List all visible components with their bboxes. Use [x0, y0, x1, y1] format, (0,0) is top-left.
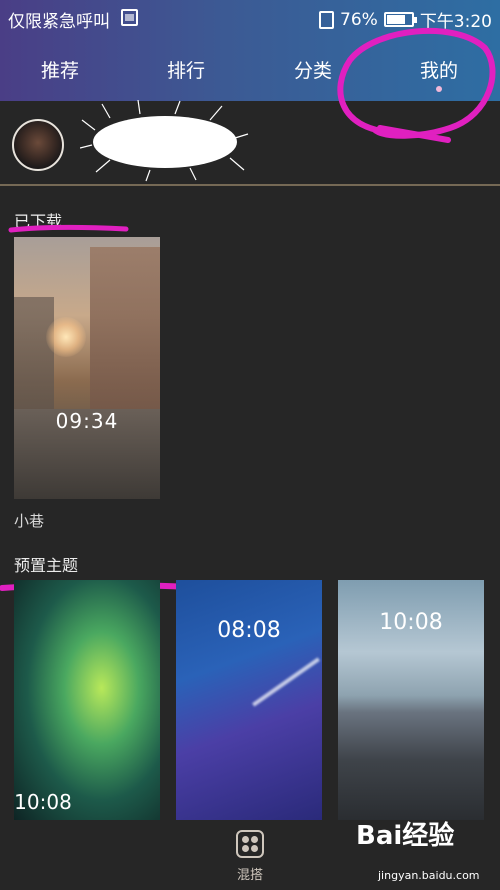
theme-thumbnail-alley[interactable]: 09:34: [14, 237, 160, 499]
carrier-text: 仅限紧急呼叫: [8, 12, 110, 32]
tab-bar: 推荐 排行 分类 我的: [0, 50, 500, 90]
clock: 下午3:20: [419, 12, 492, 32]
tab-category[interactable]: 分类: [273, 56, 353, 83]
thumb-clock: 10:08: [14, 790, 72, 814]
battery-icon: [383, 12, 417, 27]
tab-mine[interactable]: 我的: [399, 56, 479, 83]
thumb-sun: [46, 317, 86, 357]
status-right: 76% 下午3:20: [319, 7, 492, 32]
battery-percent: 76%: [340, 9, 378, 30]
tab-recommend[interactable]: 推荐: [20, 56, 100, 83]
redaction-scribble: [80, 100, 249, 182]
watermark-brand: Bai经验: [356, 821, 455, 851]
header: 仅限紧急呼叫 76% 下午3:20 推荐 排行 分类 我的: [0, 0, 500, 101]
theme-thumbnail-aurora[interactable]: 08:08: [176, 580, 322, 820]
section-title-downloaded: 已下载: [14, 212, 63, 231]
tab-selected-dot: [436, 86, 442, 92]
baidu-jingyan-watermark: Bai经验 jingyan.baidu.com: [356, 815, 496, 885]
thumb-clock: 10:08: [379, 610, 443, 635]
theme-label-alley: 小巷: [14, 512, 45, 530]
mix-icon-dot: [242, 845, 249, 852]
avatar[interactable]: [12, 119, 64, 171]
section-title-preset: 预置主题: [14, 556, 79, 575]
mix-icon[interactable]: [236, 830, 264, 858]
thumb-clock: 09:34: [55, 409, 119, 433]
image-icon: [121, 9, 138, 26]
status-bar: 仅限紧急呼叫 76% 下午3:20: [0, 0, 500, 36]
battery-level: [386, 15, 405, 24]
theme-thumbnail-sea[interactable]: 10:08: [338, 580, 484, 820]
profile-divider: [0, 184, 500, 186]
thumb-clock: 08:08: [217, 618, 281, 643]
tab-ranking[interactable]: 排行: [146, 56, 226, 83]
thumb-light-ray: [252, 657, 320, 707]
theme-thumbnail-petals[interactable]: 10:08: [14, 580, 160, 820]
watermark-url: jingyan.baidu.com: [378, 869, 480, 882]
mix-icon-dot: [242, 836, 249, 843]
bottom-nav-mix-label[interactable]: 混搭: [230, 864, 270, 883]
mix-icon-dot: [251, 836, 258, 843]
sim-card-icon: [319, 10, 335, 29]
mix-icon-dot: [251, 845, 258, 852]
